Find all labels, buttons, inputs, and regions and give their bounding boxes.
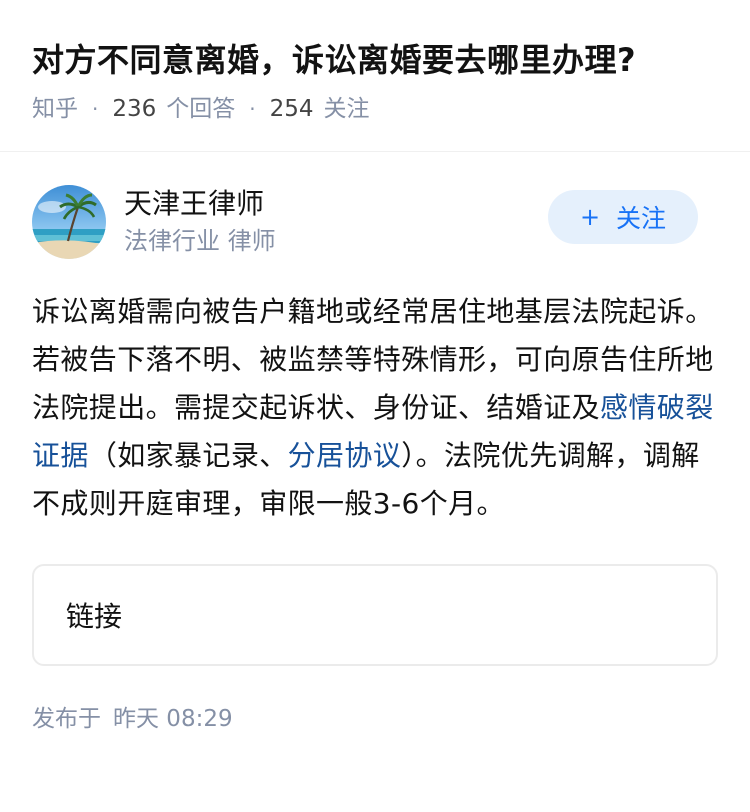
answer-count: 236 xyxy=(112,96,157,122)
link-card[interactable]: 链接 xyxy=(32,564,718,666)
link-card-label: 链接 xyxy=(66,600,123,633)
follow-count-label: 关注 xyxy=(323,96,370,122)
author-row: 天津王律师 法律行业 律师 + 关注 xyxy=(32,185,718,259)
answer-count-label[interactable]: 个回答 xyxy=(166,92,235,126)
question-title[interactable]: 对方不同意离婚，诉讼离婚要去哪里办理? xyxy=(32,34,718,86)
publish-info: 发布于 昨天 08:29 xyxy=(32,702,718,736)
author-name[interactable]: 天津王律师 xyxy=(124,186,548,222)
plus-icon: + xyxy=(579,203,601,231)
beach-palm-avatar-icon xyxy=(32,185,106,259)
content-link-separation-agreement[interactable]: 分居协议 xyxy=(288,439,402,472)
follow-button-label: 关注 xyxy=(616,204,667,233)
author-info: 天津王律师 法律行业 律师 xyxy=(124,186,548,258)
publish-time: 昨天 08:29 xyxy=(113,706,233,732)
avatar[interactable] xyxy=(32,185,106,259)
author-headline: 法律行业 律师 xyxy=(124,227,276,255)
publish-prefix: 发布于 xyxy=(32,706,101,732)
separator-dot: · xyxy=(92,97,99,121)
follow-button[interactable]: + 关注 xyxy=(548,190,698,244)
follow-count: 254 xyxy=(269,96,314,122)
answer-page: 对方不同意离婚，诉讼离婚要去哪里办理? 知乎 · 236 个回答 · 254 关… xyxy=(0,0,750,812)
source-label: 知乎 xyxy=(32,96,78,122)
answer-content: 诉讼离婚需向被告户籍地或经常居住地基层法院起诉。若被告下落不明、被监禁等特殊情形… xyxy=(32,288,722,528)
content-text: （如家暴记录、 xyxy=(88,439,288,472)
answer: 天津王律师 法律行业 律师 + 关注 诉讼离婚需向被告户籍地或经常居住地基层法院… xyxy=(0,185,750,736)
question-header: 对方不同意离婚，诉讼离婚要去哪里办理? 知乎 · 236 个回答 · 254 关… xyxy=(0,0,750,152)
question-meta: 知乎 · 236 个回答 · 254 关注 xyxy=(32,92,718,126)
separator-dot: · xyxy=(249,97,256,121)
